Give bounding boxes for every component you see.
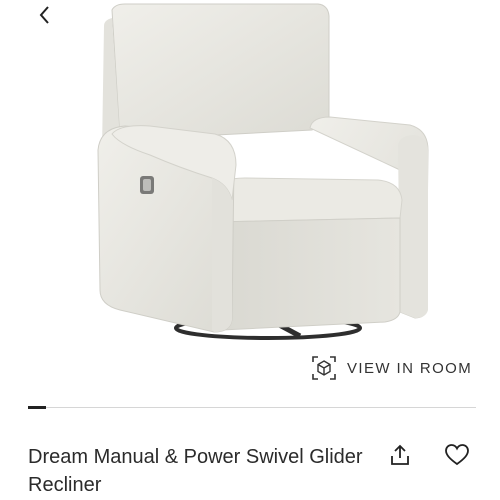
- product-image: [97, 3, 429, 340]
- gallery-progress-track: [28, 407, 476, 408]
- share-icon: [391, 444, 409, 465]
- product-title: Dream Manual & Power Swivel Glider Recli…: [28, 446, 363, 496]
- favorite-button[interactable]: [443, 441, 471, 469]
- share-button[interactable]: [386, 441, 414, 469]
- view-in-room-button[interactable]: VIEW IN ROOM: [311, 354, 472, 382]
- ar-cube-icon: [312, 356, 336, 380]
- view-in-room-label: VIEW IN ROOM: [347, 359, 473, 377]
- heart-icon: [445, 444, 469, 466]
- gallery-progress-indicator: [28, 406, 46, 409]
